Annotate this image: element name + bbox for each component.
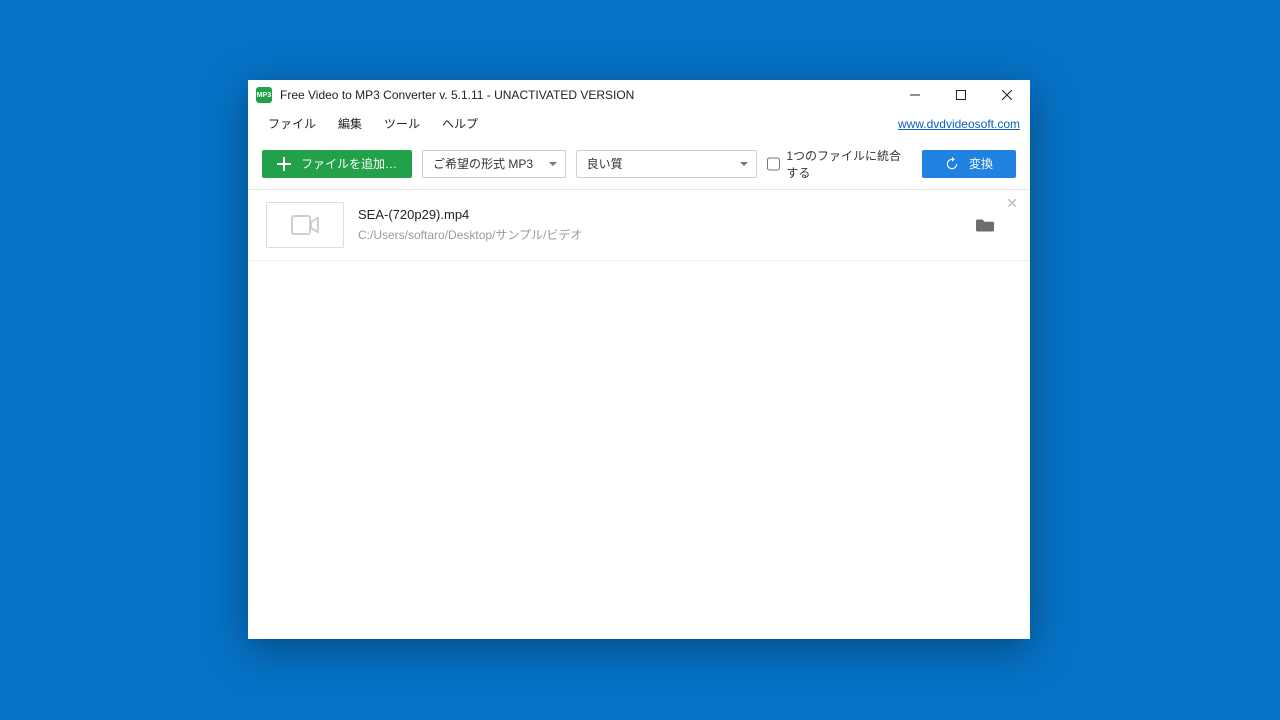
file-name: SEA-(720p29).mp4: [358, 207, 958, 222]
merge-label: 1つのファイルに統合する: [786, 147, 912, 181]
maximize-button[interactable]: [938, 80, 984, 110]
quality-value: 良い質: [587, 155, 623, 172]
chevron-down-icon: [549, 162, 557, 166]
file-list: SEA-(720p29).mp4 C:/Users/softaro/Deskto…: [248, 190, 1030, 639]
close-button[interactable]: [984, 80, 1030, 110]
file-row[interactable]: SEA-(720p29).mp4 C:/Users/softaro/Deskto…: [248, 190, 1030, 261]
refresh-icon: [945, 157, 959, 171]
remove-file-button[interactable]: ✕: [1006, 196, 1018, 210]
app-icon: MP3: [256, 87, 272, 103]
quality-select[interactable]: 良い質: [576, 150, 758, 178]
merge-checkbox-input[interactable]: [767, 157, 780, 171]
convert-label: 変換: [969, 155, 993, 172]
close-icon: ✕: [1006, 195, 1018, 211]
toolbar: ファイルを追加… ご希望の形式 MP3 良い質 1つのファイルに統合する 変換: [248, 138, 1030, 190]
video-icon: [291, 215, 319, 235]
titlebar: MP3 Free Video to MP3 Converter v. 5.1.1…: [248, 80, 1030, 110]
add-file-label: ファイルを追加…: [301, 155, 397, 172]
menu-help[interactable]: ヘルプ: [432, 111, 488, 136]
format-select[interactable]: ご希望の形式 MP3: [422, 150, 566, 178]
file-thumbnail: [266, 202, 344, 248]
add-file-button[interactable]: ファイルを追加…: [262, 150, 412, 178]
chevron-down-icon: [740, 162, 748, 166]
format-value: ご希望の形式 MP3: [433, 155, 533, 172]
app-window: MP3 Free Video to MP3 Converter v. 5.1.1…: [248, 80, 1030, 639]
menu-file[interactable]: ファイル: [258, 111, 326, 136]
file-path: C:/Users/softaro/Desktop/サンプル/ビデオ: [358, 226, 958, 243]
window-title: Free Video to MP3 Converter v. 5.1.11 - …: [280, 88, 634, 102]
open-folder-button[interactable]: [976, 218, 994, 233]
menu-edit[interactable]: 編集: [328, 111, 372, 136]
minimize-button[interactable]: [892, 80, 938, 110]
merge-checkbox[interactable]: 1つのファイルに統合する: [767, 147, 912, 181]
menubar: ファイル 編集 ツール ヘルプ www.dvdvideosoft.com: [248, 110, 1030, 138]
file-info: SEA-(720p29).mp4 C:/Users/softaro/Deskto…: [358, 207, 958, 243]
menu-tools[interactable]: ツール: [374, 111, 430, 136]
plus-icon: [277, 157, 291, 171]
folder-icon: [976, 218, 994, 233]
site-link[interactable]: www.dvdvideosoft.com: [898, 117, 1020, 131]
convert-button[interactable]: 変換: [922, 150, 1016, 178]
